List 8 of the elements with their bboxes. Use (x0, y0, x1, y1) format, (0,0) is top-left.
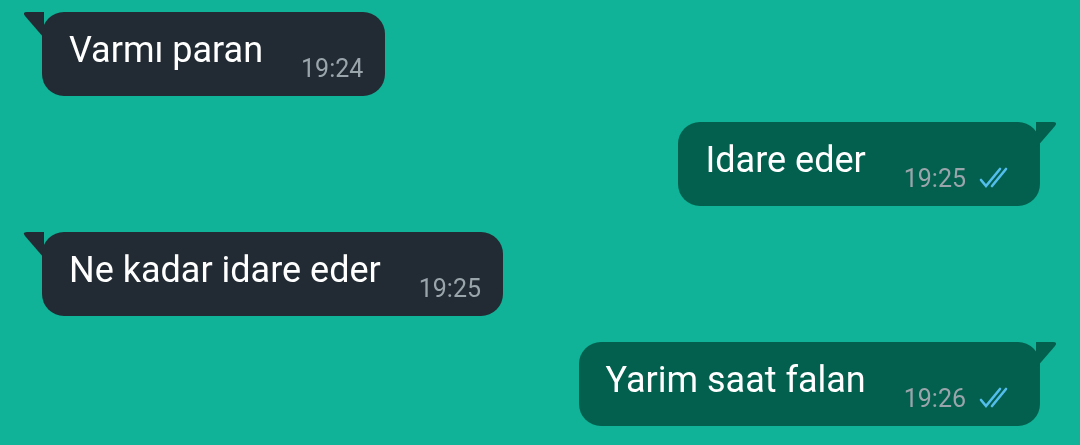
message-text: Ne kadar idare eder (69, 252, 381, 288)
message-time: 19:25 (418, 276, 481, 301)
message-time: 19:25 (903, 166, 966, 191)
message-text: Idare eder (705, 142, 866, 178)
message-text: Varmı paran (69, 32, 264, 68)
message-text: Yarim saat falan (605, 362, 866, 398)
message-time: 19:24 (301, 56, 364, 81)
message-time: 19:26 (903, 386, 966, 411)
